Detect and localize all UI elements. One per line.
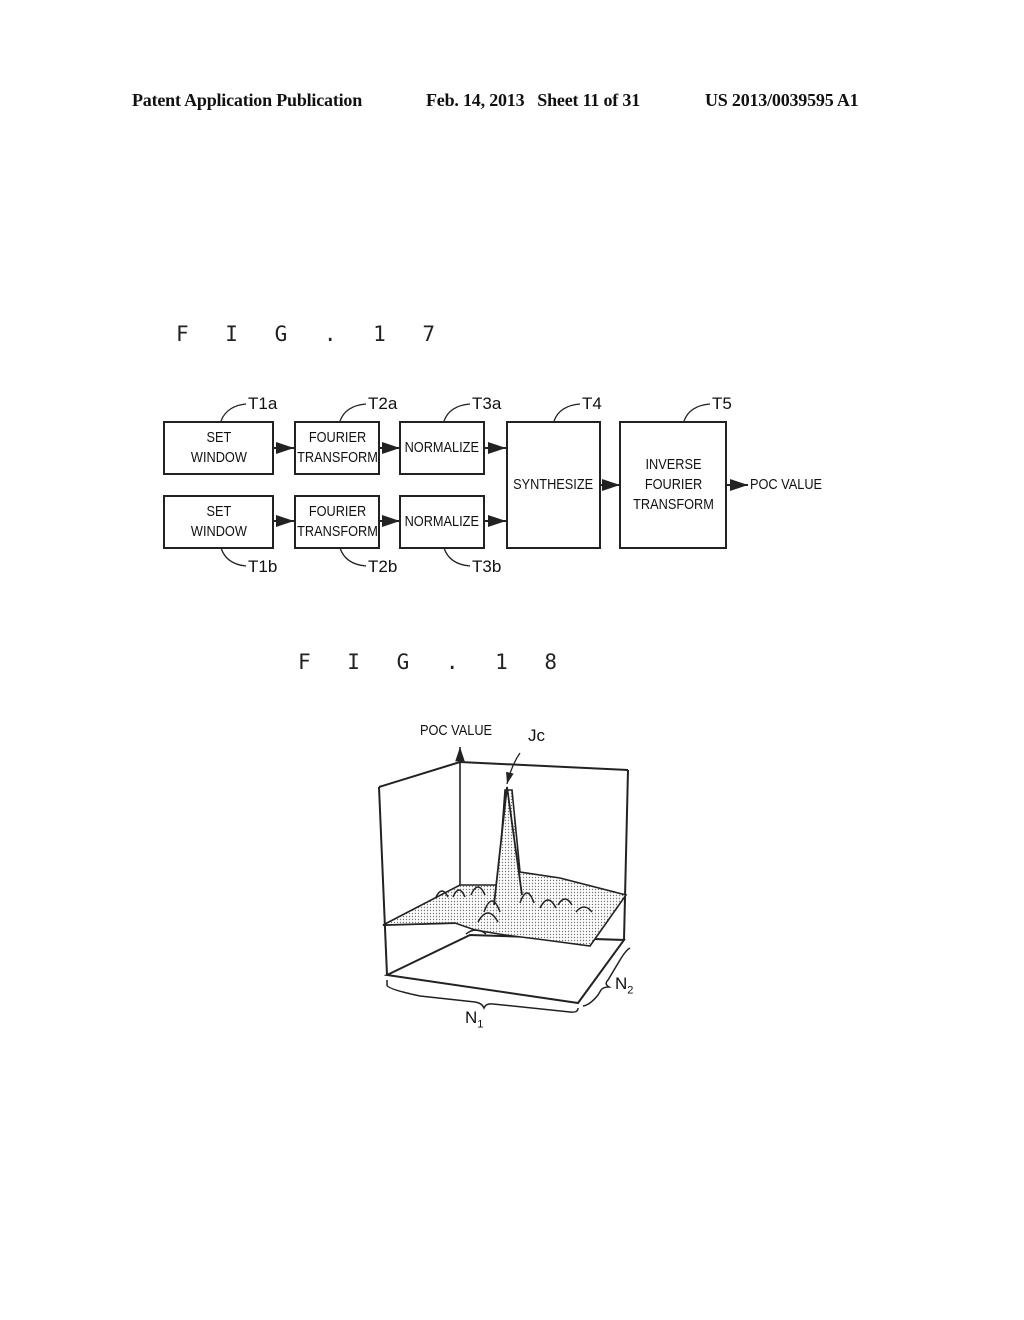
leader-t2a [339,403,367,422]
ref-t3a: T3a [472,394,502,413]
poc-surface-plot [378,747,631,1013]
n2-subscript: 2 [627,984,634,997]
box-top-edge [378,760,629,788]
ref-t1b: T1b [248,557,278,576]
n2-letter: N [615,974,628,993]
leader-t3a [443,403,471,422]
synthesize-block: SYNTHESIZE [506,421,601,549]
block-label: INVERSE FOURIER TRANSFORM [632,456,714,513]
leader-t1b [220,547,247,567]
block-label: SYNTHESIZE [513,476,594,493]
n1-label: N1 [465,1008,483,1030]
set-window-block-a: SET WINDOW [163,421,274,475]
normalize-block-a: NORMALIZE [399,421,485,475]
fig18-title: F I G . 1 8 [298,650,570,674]
ref-t4: T4 [582,394,602,413]
jc-pointer [506,752,521,785]
peak-label-jc: Jc [528,726,545,745]
block-label: SET WINDOW [190,429,247,466]
normalize-block-b: NORMALIZE [399,495,485,549]
box-left-edge [378,786,388,976]
leader-t2b [339,547,367,567]
ref-t5: T5 [712,394,732,413]
n2-label: N2 [615,974,633,996]
block-label: NORMALIZE [404,439,480,456]
n1-subscript: 1 [477,1018,484,1031]
block-label: FOURIER TRANSFORM [296,503,378,540]
poc-value-output-label: POC VALUE [750,476,823,493]
n1-letter: N [465,1008,478,1027]
block-label: SET WINDOW [190,503,247,540]
set-window-block-b: SET WINDOW [163,495,274,549]
ref-t2a: T2a [368,394,398,413]
ref-t3b: T3b [472,557,502,576]
ref-t1a: T1a [248,394,278,413]
leader-t1a [220,403,247,422]
block-label: FOURIER TRANSFORM [296,429,378,466]
ref-t2b: T2b [368,557,398,576]
inverse-fourier-transform-block: INVERSE FOURIER TRANSFORM [619,421,727,549]
block-label: NORMALIZE [404,513,480,530]
leader-t3b [443,547,471,567]
leader-t4 [553,403,581,422]
box-right-edge [623,769,629,941]
fourier-transform-block-b: FOURIER TRANSFORM [294,495,380,549]
leader-t5 [683,403,711,422]
fourier-transform-block-a: FOURIER TRANSFORM [294,421,380,475]
poc-axis-label: POC VALUE [420,722,493,739]
